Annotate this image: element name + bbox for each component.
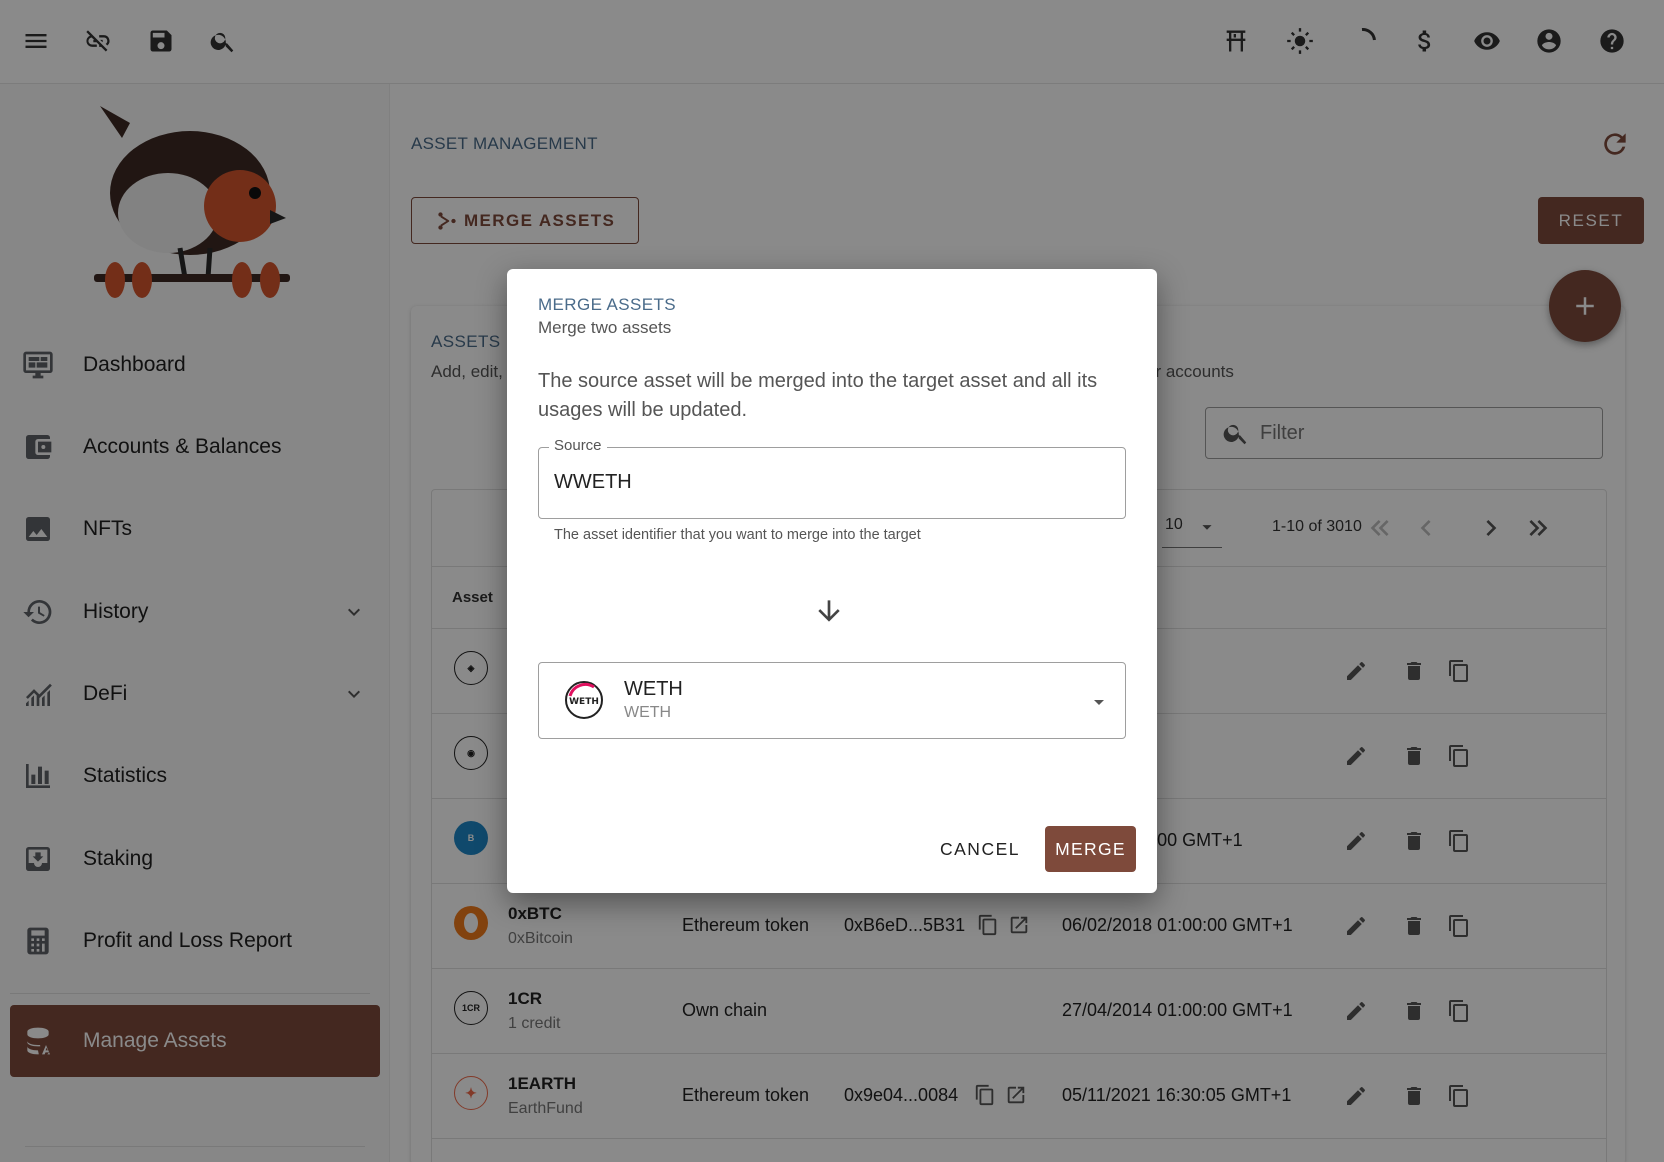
dialog-subtitle: Merge two assets bbox=[538, 318, 672, 337]
target-asset-select[interactable]: WETH WETH WETH bbox=[538, 662, 1126, 739]
source-field-value: WWETH bbox=[554, 471, 632, 493]
dialog-description: The source asset will be merged into the… bbox=[538, 370, 1098, 421]
source-field[interactable]: Source WWETH bbox=[538, 437, 1126, 519]
weth-logo: WETH bbox=[564, 680, 604, 720]
merge-assets-dialog: MERGE ASSETS Merge two assets The source… bbox=[507, 269, 1157, 893]
cancel-button[interactable]: CANCEL bbox=[934, 826, 1026, 872]
caret-down-icon[interactable] bbox=[1087, 690, 1111, 714]
source-field-label: Source bbox=[549, 437, 607, 454]
weth-logo-text: WETH bbox=[569, 697, 599, 707]
arrow-down-icon bbox=[813, 595, 845, 627]
target-asset-symbol: WETH bbox=[624, 678, 683, 700]
merge-button[interactable]: MERGE bbox=[1045, 826, 1136, 872]
dialog-title: MERGE ASSETS bbox=[538, 295, 677, 314]
source-field-hint: The asset identifier that you want to me… bbox=[554, 527, 921, 543]
target-asset-name: WETH bbox=[624, 704, 672, 721]
